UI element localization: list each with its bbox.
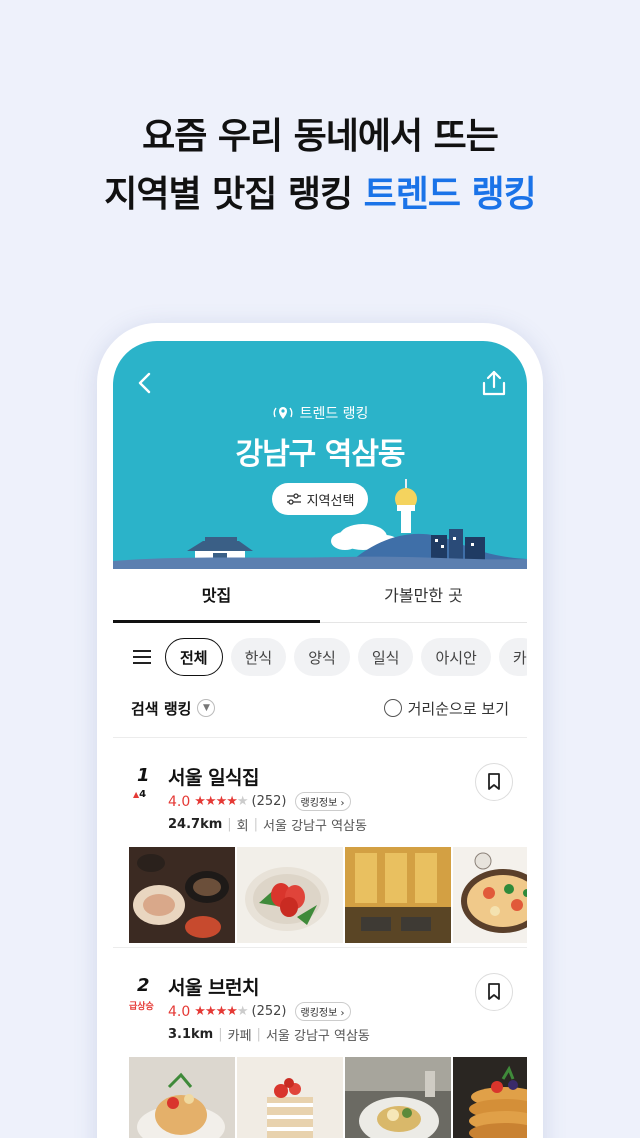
headline-accent: 트렌드 랭킹 xyxy=(363,174,537,215)
rating-row: 4.0 ★★★★★ (252) 랭킹정보 › xyxy=(168,792,351,811)
chip-japanese[interactable]: 일식 xyxy=(357,638,414,676)
restaurant-name: 서울 일식집 xyxy=(168,767,260,789)
address: 서울 강남구 역삼동 xyxy=(265,1029,370,1044)
chip-western[interactable]: 양식 xyxy=(294,638,350,676)
food-photo[interactable] xyxy=(345,1057,451,1138)
address: 서울 강남구 역삼동 xyxy=(263,819,367,834)
sort-label: 검색 랭킹 xyxy=(131,699,192,718)
review-count: (252) xyxy=(251,794,287,809)
sort-row: 검색 랭킹 ▼ 거리순으로 보기 xyxy=(113,693,527,723)
headline-line-2: 지역별 맛집 랭킹 트렌드 랭킹 xyxy=(0,166,640,224)
separator: | xyxy=(227,817,232,832)
bookmark-button[interactable] xyxy=(475,973,513,1011)
promo-headline: 요즘 우리 동네에서 뜨는 지역별 맛집 랭킹 트렌드 랭킹 xyxy=(0,108,640,224)
city-skyline-illustration xyxy=(113,479,527,569)
share-icon[interactable] xyxy=(481,369,507,397)
headline-plain: 지역별 맛집 랭킹 xyxy=(104,174,364,215)
star-rating-icon: ★★★★★ xyxy=(194,1004,248,1019)
divider xyxy=(113,947,527,948)
food-photo[interactable] xyxy=(237,847,343,943)
category: 회 xyxy=(236,819,249,834)
app-screen: 트렌드 랭킹 강남구 역삼동 지역선택 맛집 가볼만한 곳 전체 한식 양식 일… xyxy=(113,341,527,1138)
chip-asian[interactable]: 아시안 xyxy=(421,638,491,676)
chevron-down-icon: ▼ xyxy=(197,699,216,717)
region-title: 강남구 역삼동 xyxy=(235,437,405,472)
bookmark-icon xyxy=(488,983,500,1000)
phone-frame: 트렌드 랭킹 강남구 역삼동 지역선택 맛집 가볼만한 곳 전체 한식 양식 일… xyxy=(97,323,543,1138)
trend-badge: 트렌드 랭킹 xyxy=(113,403,527,423)
distance: 3.1km xyxy=(168,1027,214,1042)
restaurant-meta: 24.7km | 회 | 서울 강남구 역삼동 xyxy=(168,815,367,834)
laurel-pin-icon xyxy=(273,407,293,419)
distance-sort-label: 거리순으로 보기 xyxy=(407,699,509,718)
food-type-chips: 전체 한식 양식 일식 아시안 카 xyxy=(113,637,527,677)
rating-value: 4.0 xyxy=(168,793,191,810)
rank-change-value: 4 xyxy=(139,789,147,800)
chip-cafe[interactable]: 카 xyxy=(498,638,527,676)
food-photo[interactable] xyxy=(453,1057,527,1138)
distance: 24.7km xyxy=(168,817,223,832)
separator: | xyxy=(218,1027,223,1042)
bookmark-icon xyxy=(488,773,500,790)
ranking-info-button[interactable]: 랭킹정보 › xyxy=(294,792,351,811)
food-photo[interactable] xyxy=(345,847,451,943)
category-tabs: 맛집 가볼만한 곳 xyxy=(113,569,527,623)
distance-sort-toggle[interactable]: 거리순으로 보기 xyxy=(383,698,509,719)
category: 카페 xyxy=(227,1029,252,1044)
tab-restaurants[interactable]: 맛집 xyxy=(113,569,320,623)
separator: | xyxy=(253,817,259,832)
chip-all[interactable]: 전체 xyxy=(165,638,223,676)
star-rating-icon: ★★★★★ xyxy=(194,794,248,809)
search-ranking-dropdown[interactable]: 검색 랭킹 ▼ xyxy=(131,698,216,719)
tab-places-to-visit[interactable]: 가볼만한 곳 xyxy=(320,569,527,622)
ranking-header: 트렌드 랭킹 강남구 역삼동 지역선택 xyxy=(113,341,527,569)
rating-row: 4.0 ★★★★★ (252) 랭킹정보 › xyxy=(168,1002,351,1021)
hamburger-menu-icon[interactable] xyxy=(133,650,151,664)
ranking-info-button[interactable]: 랭킹정보 › xyxy=(294,1002,351,1021)
rank-change: ▲4 xyxy=(133,789,146,800)
review-count: (252) xyxy=(251,1004,287,1019)
rank-number: 1 xyxy=(137,765,150,786)
restaurant-meta: 3.1km | 카페 | 서울 강남구 역삼동 xyxy=(168,1025,370,1044)
food-photo[interactable] xyxy=(237,1057,343,1138)
food-photo[interactable] xyxy=(129,1057,235,1138)
divider xyxy=(113,737,527,738)
restaurant-name: 서울 브런치 xyxy=(168,977,260,999)
rank-change: 급상승 xyxy=(129,1002,154,1012)
badge-label: 트렌드 랭킹 xyxy=(299,406,369,422)
chip-korean[interactable]: 한식 xyxy=(230,638,287,676)
separator: | xyxy=(256,1027,261,1042)
radio-icon xyxy=(383,699,402,717)
photo-strip xyxy=(129,1057,527,1138)
back-icon[interactable] xyxy=(135,371,157,395)
food-photo[interactable] xyxy=(129,847,235,943)
bookmark-button[interactable] xyxy=(475,763,513,801)
headline-line-1: 요즘 우리 동네에서 뜨는 xyxy=(142,116,499,157)
rating-value: 4.0 xyxy=(168,1003,191,1020)
food-photo[interactable] xyxy=(453,847,527,943)
photo-strip xyxy=(129,847,527,943)
rank-number: 2 xyxy=(137,975,150,996)
